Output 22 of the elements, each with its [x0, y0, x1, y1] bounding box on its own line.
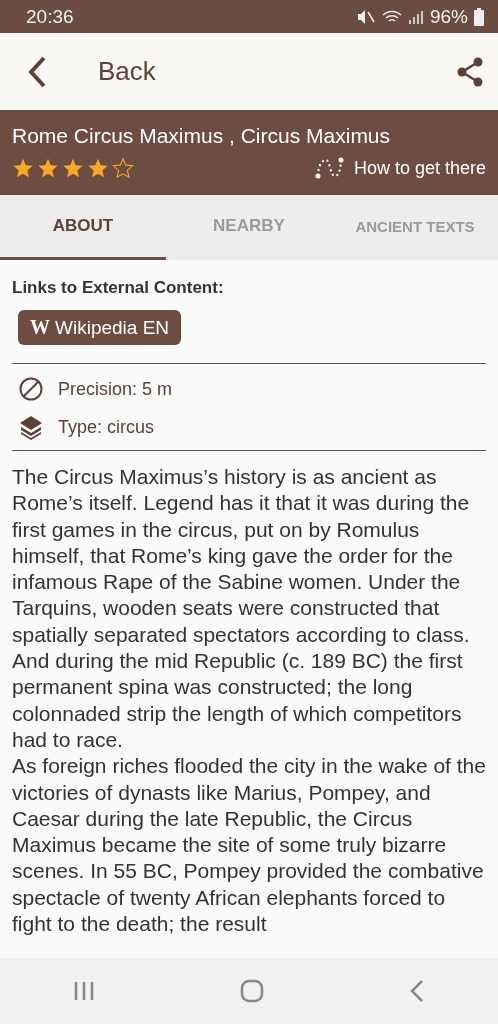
- description-paragraph: As foreign riches flooded the city in the wake of the victories of dynasts like Marius, Pompey, and Caesar during the late Republic, the Circus Maximus became the site of some truly bizarre scenes. In 55 BC, Pompey provided the combative spectacle of twenty African elephants forced to fight to the death; the result: [12, 753, 486, 938]
- battery-icon: [474, 7, 484, 26]
- description-paragraph: The Circus Maximus’s history is as ancient as Rome’s itself. Legend has it that it was during the first games in the circus, put on by Romulus himself, that Rome’s king gave the order for the infamous Rape of the Sabine women. Under the Tarquins, wooden seats were constructed that spatially separated spectators according to class. And during the mid Republic (c. 189 BC) the first permanent spina was constructed; the long colonnaded strip the length of which competitors had to race.: [12, 464, 471, 753]
- links-heading: Links to External Content:: [12, 278, 225, 298]
- diameter-icon: [18, 376, 44, 402]
- star-icon: [87, 157, 109, 179]
- wikipedia-button[interactable]: W Wikipedia EN: [18, 310, 182, 345]
- route-icon: [313, 156, 344, 180]
- back-label: Back: [98, 56, 156, 87]
- battery-percent: 96%: [429, 5, 468, 28]
- signal-icon: [407, 8, 424, 25]
- mute-icon: [355, 8, 376, 25]
- star-outline-icon: [112, 157, 134, 179]
- place-title: Rome Circus Maximus , Circus Maximus: [12, 124, 392, 148]
- star-icon: [37, 157, 59, 179]
- info-text: Type: circus: [58, 416, 155, 438]
- layers-icon: [18, 414, 44, 440]
- info-text: Precision: 5 m: [58, 378, 173, 400]
- status-time: 20:36: [26, 5, 74, 28]
- star-icon: [12, 157, 34, 179]
- star-icon: [62, 157, 84, 179]
- directions-button[interactable]: How to get there: [313, 156, 486, 180]
